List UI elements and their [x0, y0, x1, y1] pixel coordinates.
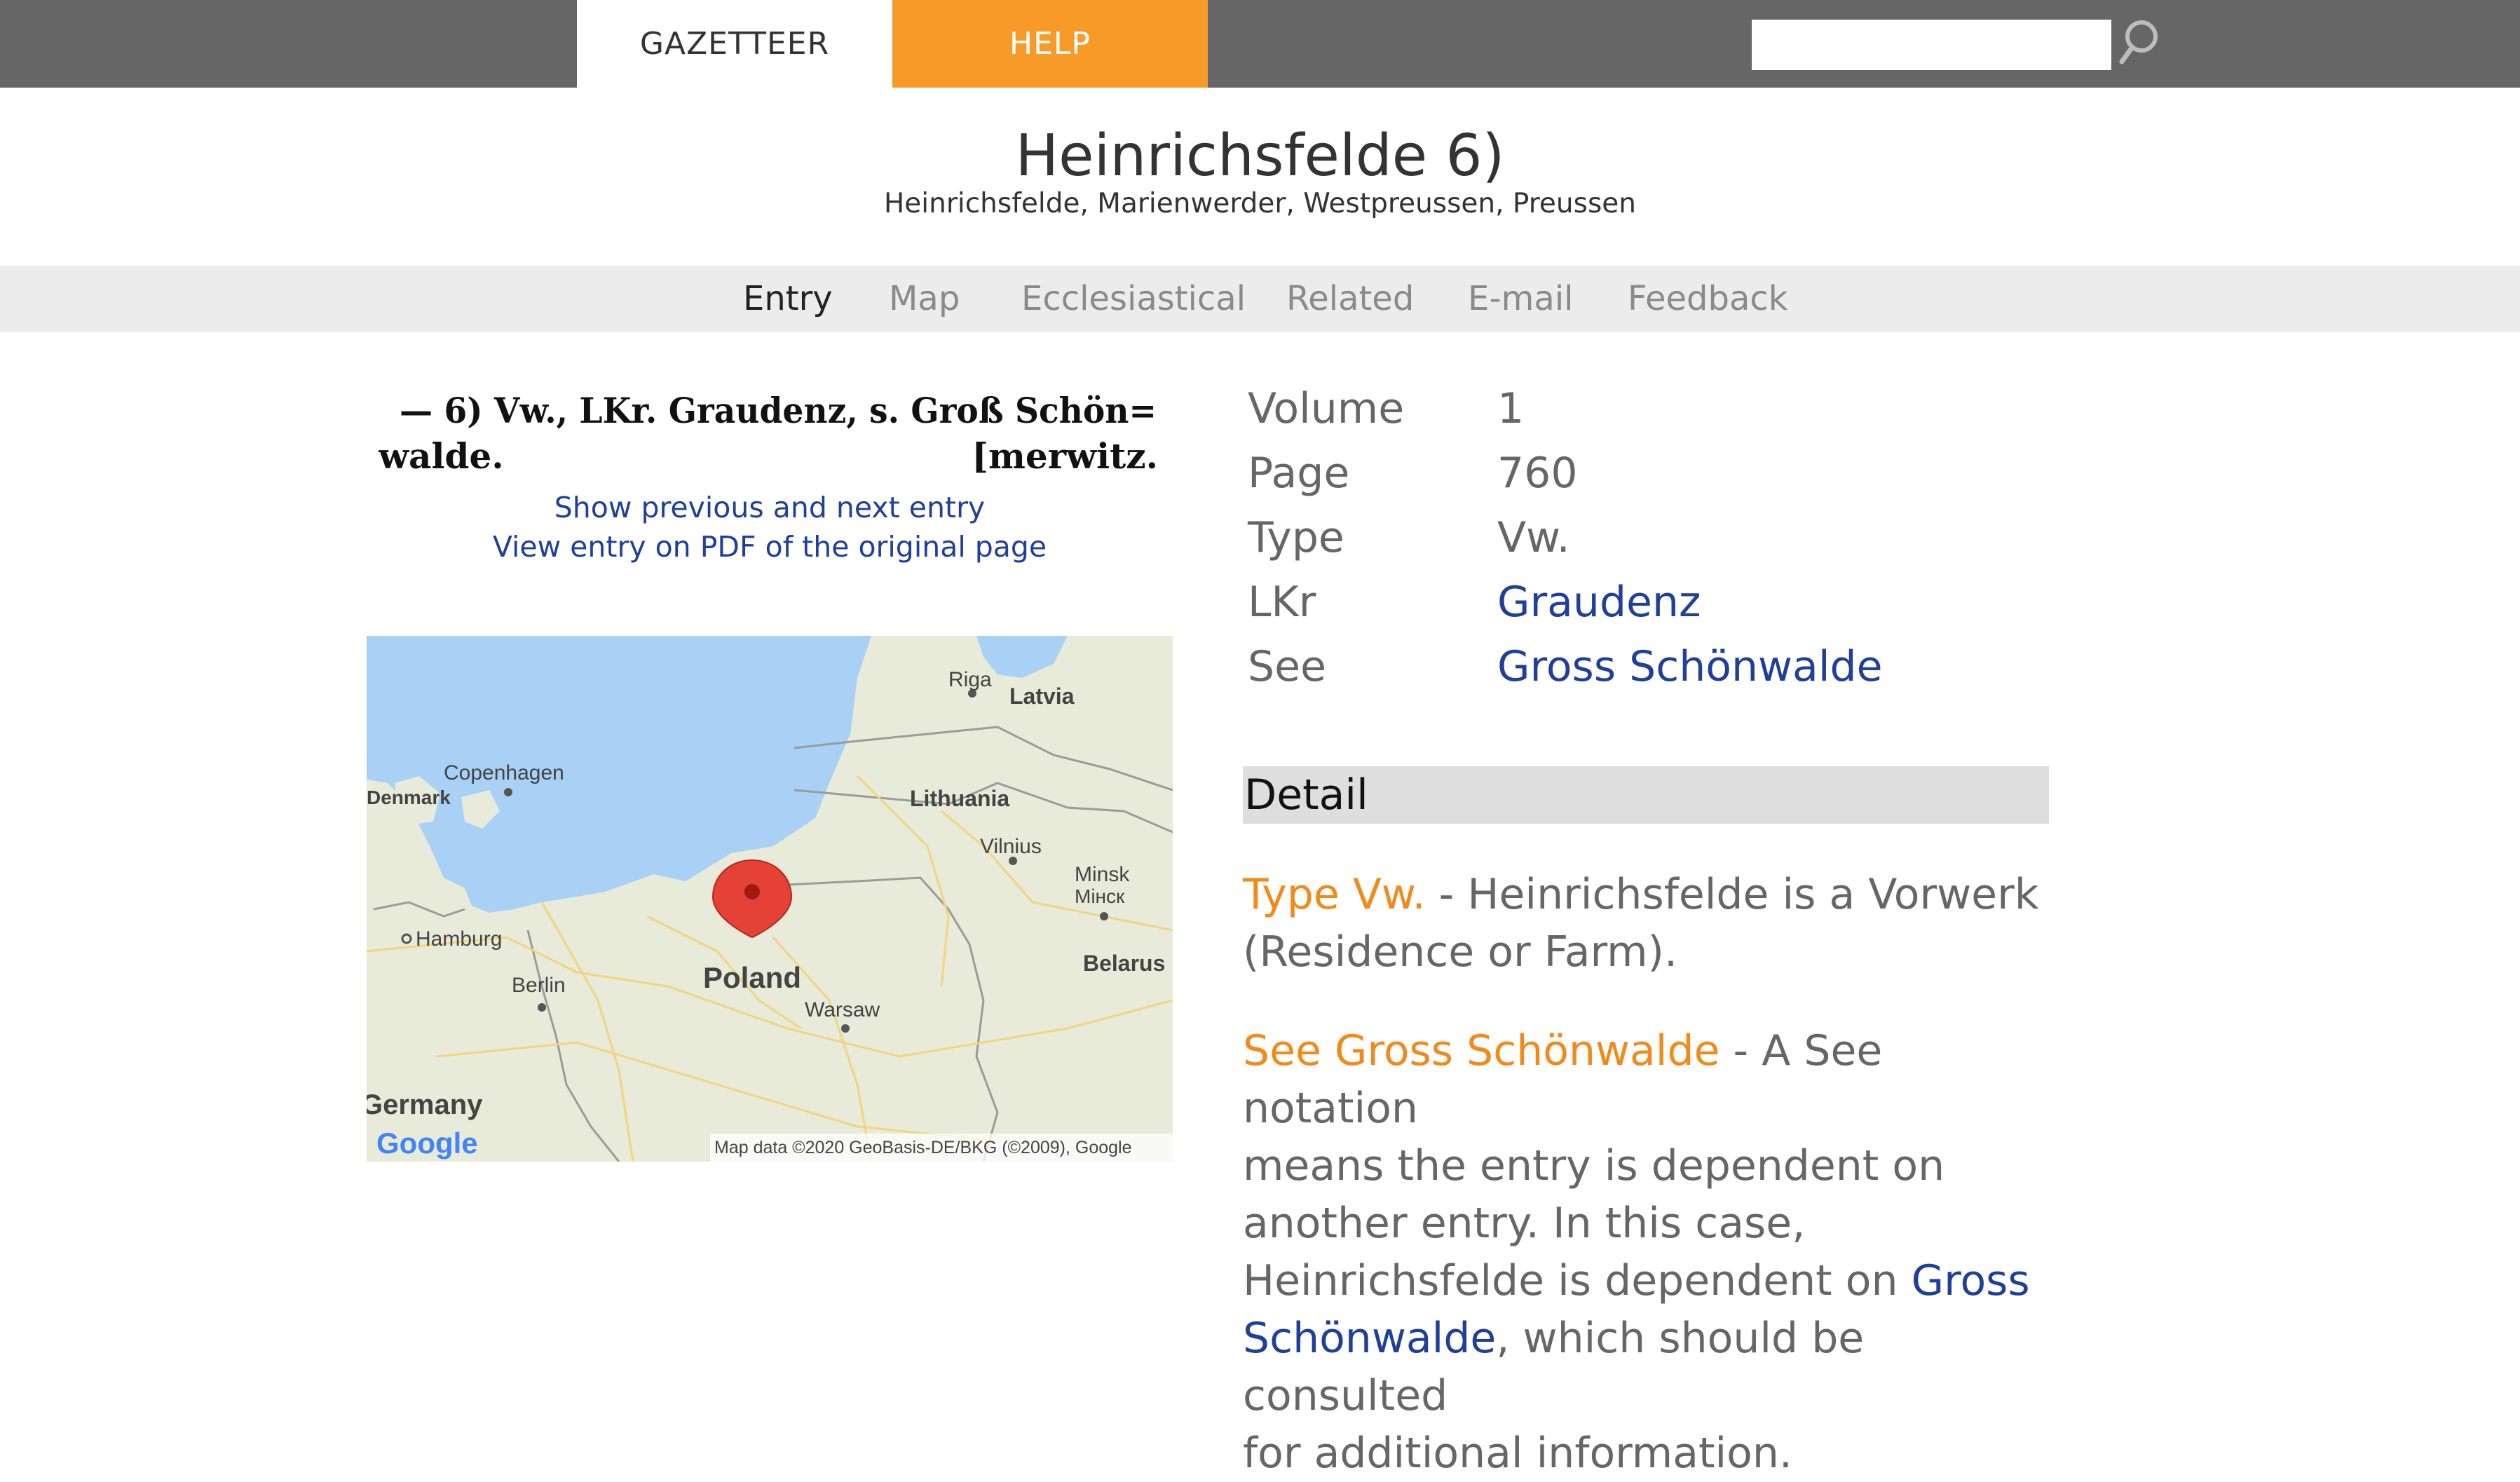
map-label-lithuania: Lithuania: [910, 786, 1009, 811]
map-label-hamburg: Hamburg: [416, 927, 502, 951]
see-link-gross[interactable]: Gross: [1912, 1256, 2030, 1305]
type-term: Type Vw.: [1243, 870, 1426, 919]
see-term: See Gross Schönwalde: [1243, 1026, 1720, 1075]
show-previous-next-link[interactable]: Show previous and next entry: [367, 491, 1173, 524]
tab-related[interactable]: Related: [1286, 266, 1414, 332]
see-line6: for additional information.: [1243, 1429, 1792, 1478]
map-label-latvia: Latvia: [1009, 684, 1075, 709]
search-input[interactable]: [1752, 20, 2111, 70]
page-title: Heinrichsfelde 6): [1015, 123, 1505, 189]
detail-heading: Detail: [1244, 770, 1368, 820]
map-label-germany: Germany: [367, 1089, 483, 1120]
scan-line-2-left: walde.: [379, 435, 504, 477]
tab-feedback[interactable]: Feedback: [1628, 266, 1788, 332]
map-label-vilnius: Vilnius: [980, 835, 1042, 858]
label-see: See: [1248, 642, 1326, 691]
detail-see-paragraph: See Gross Schönwalde - A See notation me…: [1243, 1022, 2056, 1482]
map-label-warsaw: Warsaw: [805, 998, 880, 1021]
location-map[interactable]: Riga Latvia Copenhagen Denmark Lithuania…: [367, 636, 1173, 1162]
see-line2: means the entry is dependent on: [1243, 1141, 1945, 1190]
value-page: 760: [1497, 449, 1578, 498]
value-lkr-link[interactable]: Graudenz: [1497, 578, 1701, 627]
top-navigation-bar: GAZETTEER HELP: [0, 0, 2520, 88]
map-label-minsk-cyr: Мінск: [1075, 885, 1125, 907]
view-pdf-link[interactable]: View entry on PDF of the original page: [367, 530, 1173, 564]
see-link-schonwalde[interactable]: Schönwalde: [1243, 1314, 1496, 1363]
map-attribution: Map data ©2020 GeoBasis-DE/BKG (©2009), …: [714, 1138, 1131, 1157]
google-logo: Google: [376, 1127, 478, 1160]
type-explanation-a: - Heinrichsfelde is a Vorwerk: [1425, 870, 2039, 919]
map-label-berlin: Berlin: [512, 974, 566, 997]
map-label-riga: Riga: [948, 668, 992, 691]
map-label-poland: Poland: [703, 961, 801, 994]
page-subtitle: Heinrichsfelde, Marienwerder, Westpreuss…: [883, 188, 1636, 219]
scan-line-1: — 6) Vw., LKr. Graudenz, s. Groß Schön=: [400, 390, 1157, 431]
label-type: Type: [1248, 513, 1344, 562]
scan-line-2-right: [merwitz.: [972, 435, 1158, 477]
nav-tab-gazetteer[interactable]: GAZETTEER: [577, 0, 892, 88]
original-entry-scan: — 6) Vw., LKr. Graudenz, s. Groß Schön= …: [379, 390, 1158, 477]
map-label-denmark: Denmark: [367, 787, 451, 808]
search-icon[interactable]: [2115, 15, 2160, 72]
map-label-copenhagen: Copenhagen: [444, 761, 564, 784]
label-volume: Volume: [1248, 384, 1405, 433]
see-line3: another entry. In this case,: [1243, 1199, 1806, 1248]
value-volume: 1: [1497, 384, 1525, 433]
tab-email[interactable]: E-mail: [1468, 266, 1574, 332]
see-line4: Heinrichsfelde is dependent on: [1243, 1256, 1912, 1305]
value-type: Vw.: [1497, 513, 1570, 562]
nav-tab-help[interactable]: HELP: [892, 0, 1208, 88]
map-label-belarus: Belarus: [1083, 951, 1165, 976]
type-explanation-b: (Residence or Farm).: [1243, 927, 1678, 977]
tab-entry[interactable]: Entry: [743, 266, 833, 332]
label-lkr: LKr: [1248, 578, 1316, 627]
map-label-minsk: Minsk: [1075, 863, 1130, 886]
label-page: Page: [1248, 449, 1350, 498]
tab-map[interactable]: Map: [889, 266, 960, 332]
value-see-link[interactable]: Gross Schönwalde: [1497, 642, 1883, 691]
tab-ecclesiastical[interactable]: Ecclesiastical: [1021, 266, 1246, 332]
detail-type-paragraph: Type Vw. - Heinrichsfelde is a Vorwerk (…: [1243, 866, 2056, 981]
entry-tabs: Entry Map Ecclesiastical Related E-mail …: [0, 266, 2520, 332]
